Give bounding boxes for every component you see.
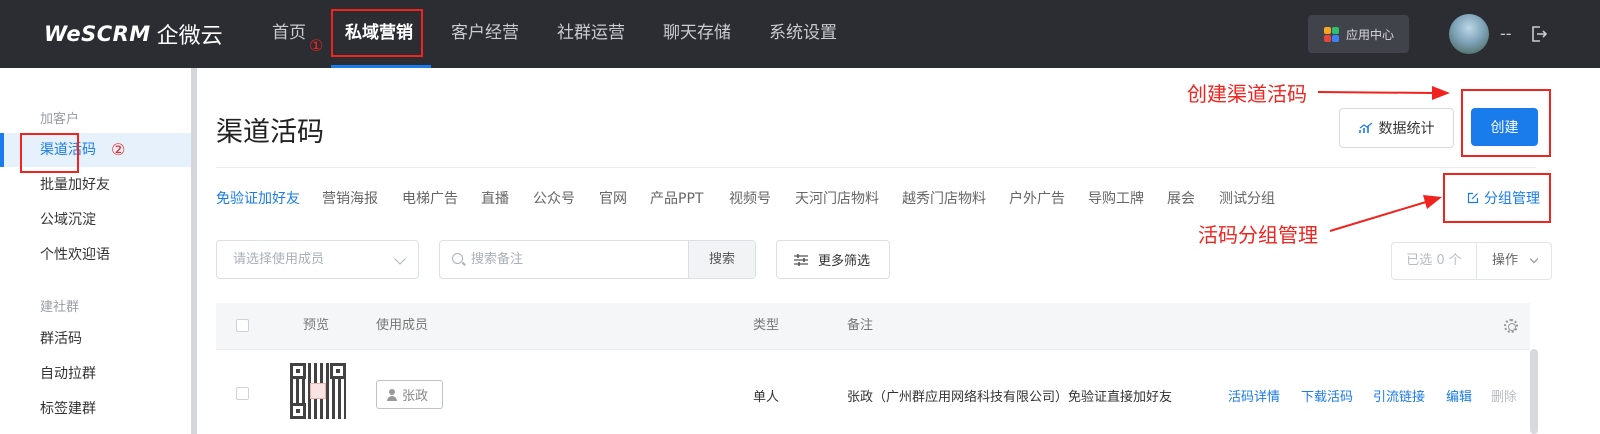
arrow-head-group — [1423, 195, 1442, 209]
arrow-group — [1329, 201, 1427, 232]
arrow-create — [1317, 91, 1435, 94]
arrow-head-create — [1432, 86, 1450, 100]
annotation-arrows — [1317, 86, 1450, 232]
